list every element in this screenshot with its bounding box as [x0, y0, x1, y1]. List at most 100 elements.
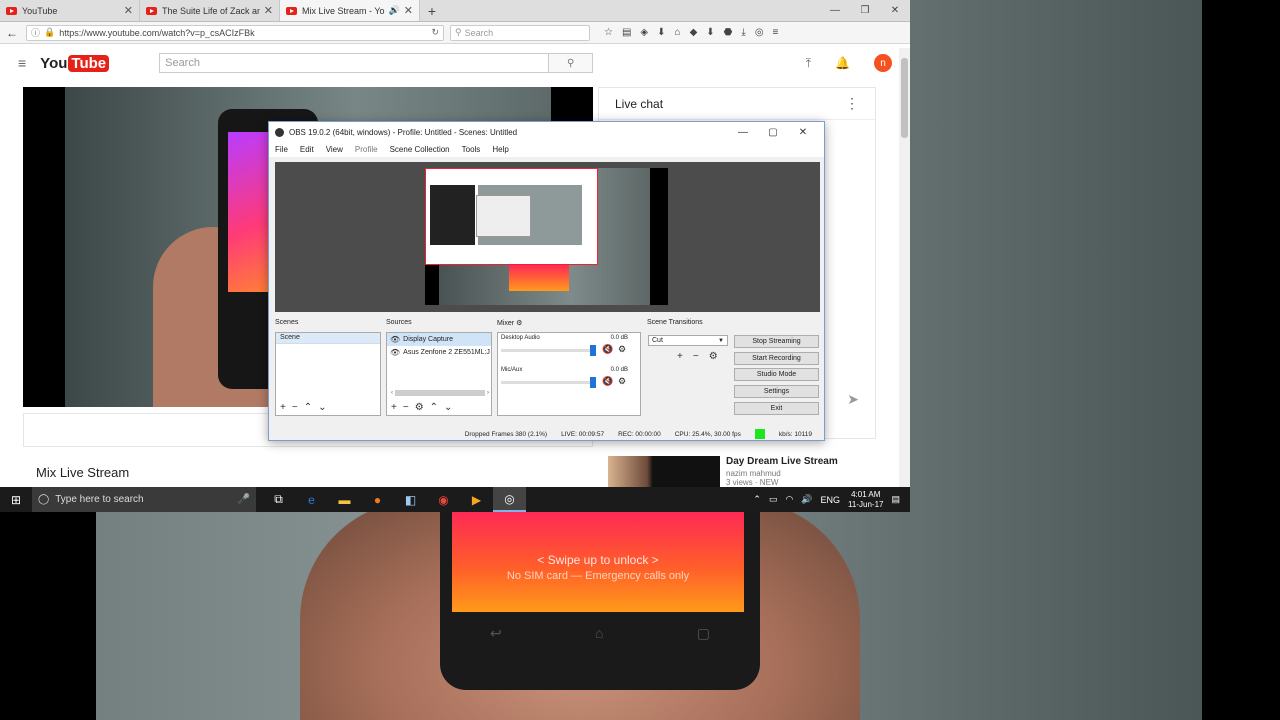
maximize-icon[interactable]: ▢: [758, 127, 788, 138]
obs-taskbar-icon[interactable]: ◎: [493, 487, 526, 512]
menu-scene-collection[interactable]: Scene Collection: [390, 145, 450, 154]
scrollbar-thumb[interactable]: [901, 58, 908, 138]
browser-search-box[interactable]: ⚲ Search: [450, 24, 590, 41]
tray-chevron-up-icon[interactable]: ⌃: [753, 494, 761, 505]
channel-gear-icon[interactable]: ⚙: [618, 376, 626, 387]
notes-app-icon[interactable]: ◧: [394, 487, 427, 512]
youtube-logo[interactable]: You Tube: [40, 54, 110, 72]
volume-slider-handle[interactable]: [590, 377, 596, 388]
menu-file[interactable]: File: [275, 145, 288, 154]
close-icon[interactable]: ✕: [880, 0, 910, 21]
back-arrow-icon[interactable]: ←: [6, 26, 20, 40]
add-scene-icon[interactable]: +: [280, 402, 286, 413]
downloader-icon[interactable]: ⬇: [706, 27, 714, 38]
hscroll-track[interactable]: [395, 390, 485, 396]
notifications-bell-icon[interactable]: 🔔: [835, 56, 850, 70]
send-icon[interactable]: ➤: [847, 391, 859, 408]
tab-youtube[interactable]: YouTube ✕: [0, 0, 140, 21]
network-icon[interactable]: ◠: [785, 494, 793, 505]
upload-icon[interactable]: ⤒: [806, 56, 811, 71]
eye-icon[interactable]: 👁: [390, 348, 400, 357]
restore-icon[interactable]: ❐: [850, 0, 880, 21]
channel-gear-icon[interactable]: ⚙: [618, 344, 626, 355]
volume-icon[interactable]: 🔊: [801, 494, 812, 505]
minimize-icon[interactable]: —: [820, 0, 850, 21]
page-scrollbar[interactable]: [899, 48, 910, 487]
stop-streaming-button[interactable]: Stop Streaming: [734, 335, 819, 348]
suggested-video[interactable]: Day Dream Live Stream nazim mahmud 3 vie…: [608, 456, 886, 487]
minimize-icon[interactable]: —: [728, 127, 758, 138]
more-options-icon[interactable]: ⋮: [845, 95, 859, 112]
youtube-search-input[interactable]: Search: [159, 53, 550, 73]
move-up-icon[interactable]: ⌃: [430, 402, 438, 413]
firefox-icon[interactable]: ●: [361, 487, 394, 512]
vpn-icon[interactable]: ◎: [755, 27, 764, 38]
remove-transition-icon[interactable]: −: [693, 351, 699, 362]
transition-gear-icon[interactable]: ⚙: [709, 351, 718, 362]
download-icon[interactable]: ⬇: [657, 27, 665, 38]
edge-browser-icon[interactable]: e: [295, 487, 328, 512]
menu-edit[interactable]: Edit: [300, 145, 314, 154]
windows-start-icon[interactable]: ⊞: [0, 493, 32, 507]
suggested-video-title[interactable]: Day Dream Live Stream: [726, 456, 886, 467]
eye-icon[interactable]: 👁: [390, 335, 400, 344]
menu-help[interactable]: Help: [492, 145, 508, 154]
add-source-icon[interactable]: +: [391, 402, 397, 413]
speaker-icon[interactable]: 🔊: [389, 5, 400, 16]
scroll-right-icon[interactable]: ›: [487, 390, 489, 396]
scene-item[interactable]: Scene: [276, 333, 380, 344]
preview-display-capture[interactable]: [425, 168, 598, 265]
volume-slider-handle[interactable]: [590, 345, 596, 356]
move-up-icon[interactable]: ⌃: [304, 402, 312, 413]
remove-source-icon[interactable]: −: [403, 402, 409, 413]
clock[interactable]: 4:01 AM 11-Jun-17: [848, 490, 883, 510]
exit-button[interactable]: Exit: [734, 402, 819, 415]
menu-icon[interactable]: ≡: [773, 27, 779, 38]
bookmark-star-icon[interactable]: ☆: [604, 27, 613, 38]
tab-mix-live-stream[interactable]: Mix Live Stream - YouTu 🔊 ✕: [280, 0, 420, 21]
adblock-icon[interactable]: ⬣: [724, 27, 733, 38]
input-language[interactable]: ENG: [821, 495, 841, 505]
tab-suite-life[interactable]: The Suite Life of Zack and C ✕: [140, 0, 280, 21]
microphone-icon[interactable]: 🎤: [238, 494, 250, 505]
close-icon[interactable]: ✕: [788, 127, 818, 138]
start-recording-button[interactable]: Start Recording: [734, 352, 819, 365]
menu-profile[interactable]: Profile: [355, 145, 378, 154]
extension-icon[interactable]: ◆: [690, 27, 698, 38]
download-status-icon[interactable]: ⤓: [741, 27, 745, 38]
sources-hscroll[interactable]: ‹ ›: [391, 389, 489, 397]
mute-speaker-icon[interactable]: 🔇: [602, 376, 613, 387]
close-icon[interactable]: ✕: [124, 4, 133, 17]
studio-mode-button[interactable]: Studio Mode: [734, 368, 819, 381]
menu-view[interactable]: View: [326, 145, 343, 154]
close-icon[interactable]: ✕: [404, 4, 413, 17]
settings-button[interactable]: Settings: [734, 385, 819, 398]
suggested-video-thumbnail[interactable]: [608, 456, 720, 487]
move-down-icon[interactable]: ⌄: [444, 402, 452, 413]
volume-slider[interactable]: [501, 349, 593, 352]
hamburger-menu-icon[interactable]: ≡: [18, 55, 26, 71]
reading-list-icon[interactable]: ▤: [622, 27, 631, 38]
youtube-search-button[interactable]: ⚲: [549, 53, 594, 73]
media-player-icon[interactable]: ▶: [460, 487, 493, 512]
add-transition-icon[interactable]: +: [677, 351, 683, 362]
source-item-display-capture[interactable]: 👁 Display Capture: [387, 333, 491, 346]
pocket-icon[interactable]: ◈: [640, 27, 648, 38]
notifications-icon[interactable]: ▤: [891, 494, 900, 505]
mixer-gear-icon[interactable]: ⚙: [516, 320, 522, 327]
file-explorer-icon[interactable]: ▬: [328, 487, 361, 512]
transition-select[interactable]: Cut ▼: [648, 335, 728, 346]
info-icon[interactable]: ⓘ: [31, 26, 40, 39]
remove-scene-icon[interactable]: −: [292, 402, 298, 413]
move-down-icon[interactable]: ⌄: [318, 402, 326, 413]
url-bar[interactable]: ⓘ 🔒 https://www.youtube.com/watch?v=p_cs…: [26, 24, 444, 41]
volume-slider[interactable]: [501, 381, 593, 384]
task-view-icon[interactable]: ⧉: [262, 487, 295, 512]
mute-speaker-icon[interactable]: 🔇: [602, 344, 613, 355]
taskbar-search-box[interactable]: ◯ Type here to search 🎤: [32, 487, 256, 512]
avatar[interactable]: n: [874, 54, 892, 72]
obs-preview[interactable]: [275, 162, 820, 312]
new-tab-button[interactable]: +: [420, 0, 444, 21]
chrome-icon[interactable]: ◉: [427, 487, 460, 512]
scroll-left-icon[interactable]: ‹: [391, 390, 393, 396]
